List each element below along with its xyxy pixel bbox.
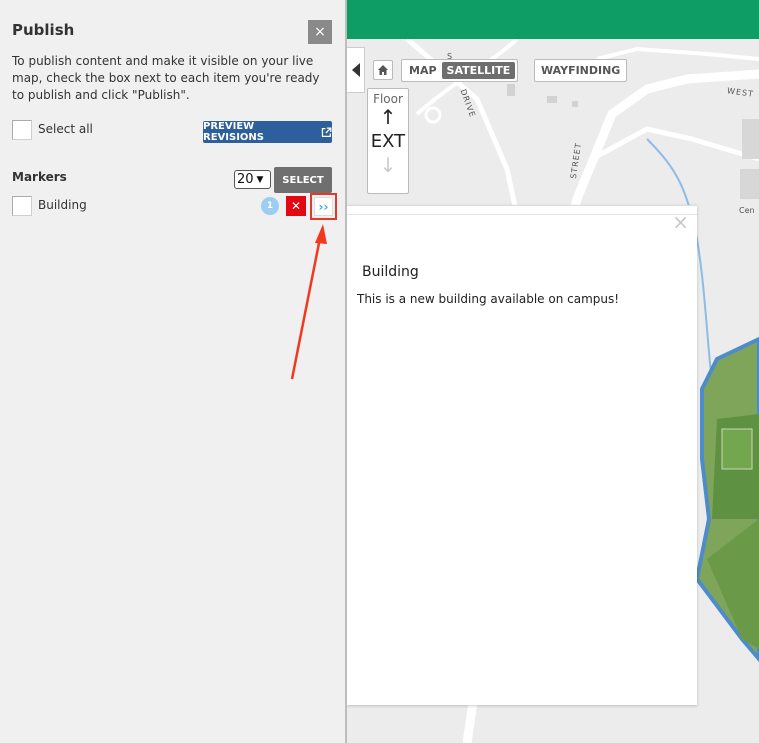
- per-page-select[interactable]: 20 ▼: [234, 170, 271, 189]
- panel-title: Publish: [12, 21, 75, 39]
- revision-count-badge: 1: [261, 197, 279, 215]
- map-area[interactable]: S WEST STREET DRIVE Cen MAP SATELLITE WA…: [347, 0, 759, 743]
- select-all-label[interactable]: Select all: [38, 122, 93, 136]
- down-arrow-icon[interactable]: ↓: [368, 154, 408, 176]
- popup-divider: [347, 214, 697, 215]
- popup-title: Building: [362, 264, 419, 280]
- panel-description: To publish content and make it visible o…: [12, 54, 320, 102]
- per-page-value: 20: [237, 172, 254, 187]
- close-panel-button[interactable]: ×: [308, 20, 332, 44]
- chevron-down-icon: ▼: [256, 174, 264, 185]
- close-icon: ×: [314, 24, 326, 40]
- close-icon[interactable]: ×: [672, 212, 689, 232]
- delete-marker-button[interactable]: ✕: [286, 196, 306, 216]
- move-icon: ››: [318, 199, 329, 214]
- select-button[interactable]: SELECT: [274, 167, 332, 193]
- floor-label: Floor: [373, 92, 403, 106]
- floor-selector: Floor ↑ EXT ↓: [367, 88, 409, 194]
- map-type-map[interactable]: MAP: [404, 62, 442, 79]
- marker-popup: × Building This is a new building availa…: [347, 205, 697, 705]
- collapse-panel-button[interactable]: [347, 47, 365, 93]
- wayfinding-button[interactable]: WAYFINDING: [534, 59, 628, 82]
- top-bar: [347, 0, 759, 39]
- markers-heading: Markers: [12, 170, 67, 184]
- home-icon: [378, 65, 388, 75]
- floor-value: EXT: [370, 131, 406, 152]
- road-label-center: Cen: [739, 206, 755, 215]
- map-type-switcher: MAP SATELLITE: [401, 59, 519, 82]
- up-arrow-icon[interactable]: ↑: [368, 106, 408, 128]
- delete-icon: ✕: [290, 199, 302, 213]
- go-to-marker-button[interactable]: ››: [314, 197, 333, 216]
- popup-body: This is a new building available on camp…: [357, 292, 620, 306]
- home-button[interactable]: [373, 60, 393, 80]
- marker-checkbox-building[interactable]: [12, 196, 32, 216]
- preview-revisions-label: PREVIEW REVISIONS: [203, 121, 264, 143]
- marker-label[interactable]: Building: [38, 198, 87, 212]
- preview-revisions-button[interactable]: PREVIEW REVISIONS: [203, 121, 332, 143]
- publish-panel: Publish × To publish content and make it…: [0, 0, 347, 743]
- map-type-satellite[interactable]: SATELLITE: [441, 62, 516, 79]
- collapse-arrow-icon: [351, 63, 360, 77]
- select-all-checkbox[interactable]: [12, 120, 32, 140]
- external-link-icon: [322, 126, 332, 137]
